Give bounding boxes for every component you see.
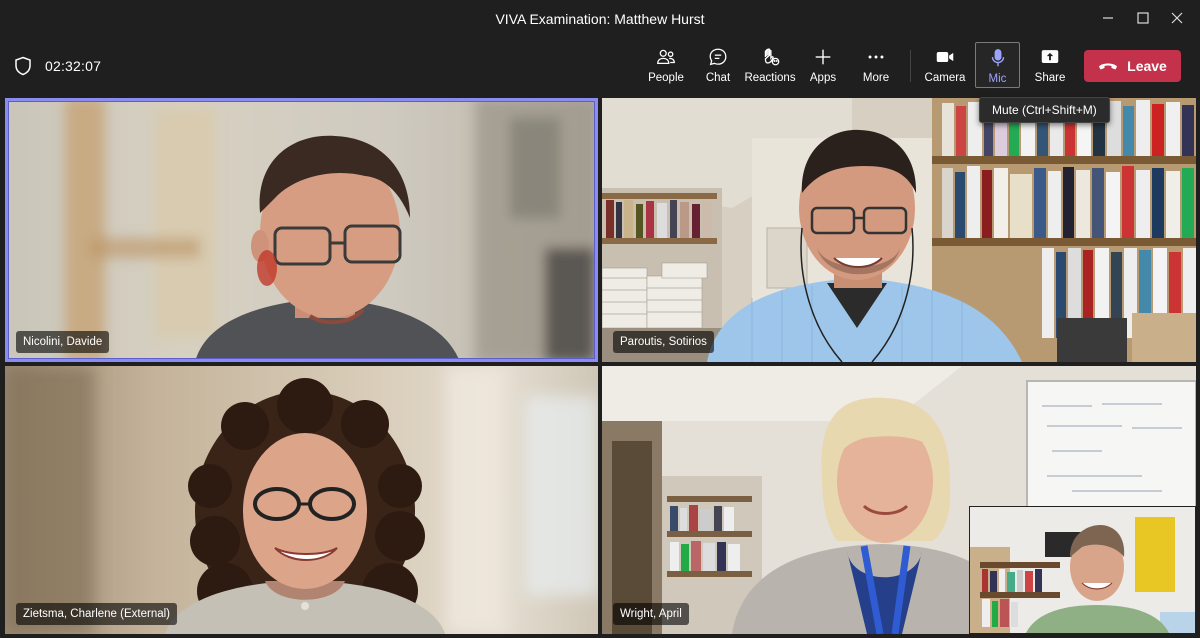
minimize-icon — [1103, 17, 1113, 19]
participant-name: Nicolini, Davide — [16, 331, 110, 353]
close-icon — [1171, 12, 1183, 24]
participant-video — [602, 98, 1196, 362]
mic-button[interactable]: Mic — [975, 42, 1020, 88]
video-tile-nicolini[interactable]: Nicolini, Davide — [5, 98, 598, 362]
apps-label: Apps — [809, 72, 837, 84]
video-tile-zietsma[interactable]: Zietsma, Charlene (External) — [5, 366, 598, 634]
camera-icon — [936, 51, 954, 63]
share-screen-icon — [1041, 50, 1059, 63]
leave-label: Leave — [1127, 58, 1167, 74]
meeting-timer: 02:32:07 — [45, 58, 102, 74]
mic-label: Mic — [988, 73, 1007, 85]
title-bar: VIVA Examination: Matthew Hurst — [0, 0, 1200, 36]
people-button[interactable]: People — [641, 42, 691, 90]
more-icon — [868, 55, 884, 59]
self-view[interactable] — [969, 506, 1196, 634]
participant-video — [5, 98, 598, 362]
apps-button[interactable]: Apps — [798, 42, 848, 90]
raise-hand-icon — [764, 48, 780, 66]
video-tile-paroutis[interactable]: Paroutis, Sotirios — [602, 98, 1196, 362]
toolbar-divider — [910, 50, 911, 82]
camera-button[interactable]: Camera — [920, 42, 970, 90]
reactions-label: Reactions — [744, 72, 796, 84]
shield-icon[interactable] — [14, 56, 32, 76]
meeting-toolbar: 02:32:07 People Chat Reactions Apps More — [0, 36, 1200, 96]
self-view-video — [970, 507, 1195, 633]
chat-button[interactable]: Chat — [693, 42, 743, 90]
participant-name: Paroutis, Sotirios — [613, 331, 714, 353]
participant-name: Zietsma, Charlene (External) — [16, 603, 177, 625]
maximize-icon — [1137, 12, 1149, 24]
window-title: VIVA Examination: Matthew Hurst — [495, 11, 705, 27]
share-button[interactable]: Share — [1025, 42, 1075, 90]
people-icon — [657, 49, 675, 65]
more-label: More — [862, 72, 890, 84]
chat-icon — [709, 48, 727, 66]
participant-video — [5, 366, 598, 634]
leave-button[interactable]: Leave — [1084, 50, 1181, 82]
hang-up-icon — [1099, 63, 1118, 70]
reactions-button[interactable]: Reactions — [744, 42, 796, 90]
more-button[interactable]: More — [851, 42, 901, 90]
camera-label: Camera — [924, 72, 966, 84]
video-tile-wright[interactable]: Wright, April — [602, 366, 1196, 634]
plus-icon — [815, 49, 831, 65]
participant-name: Wright, April — [613, 603, 689, 625]
share-label: Share — [1034, 72, 1066, 84]
mic-tooltip: Mute (Ctrl+Shift+M) — [979, 97, 1110, 123]
close-button[interactable] — [1154, 0, 1200, 36]
microphone-icon — [991, 49, 1004, 67]
people-label: People — [648, 72, 684, 84]
chat-label: Chat — [705, 72, 731, 84]
